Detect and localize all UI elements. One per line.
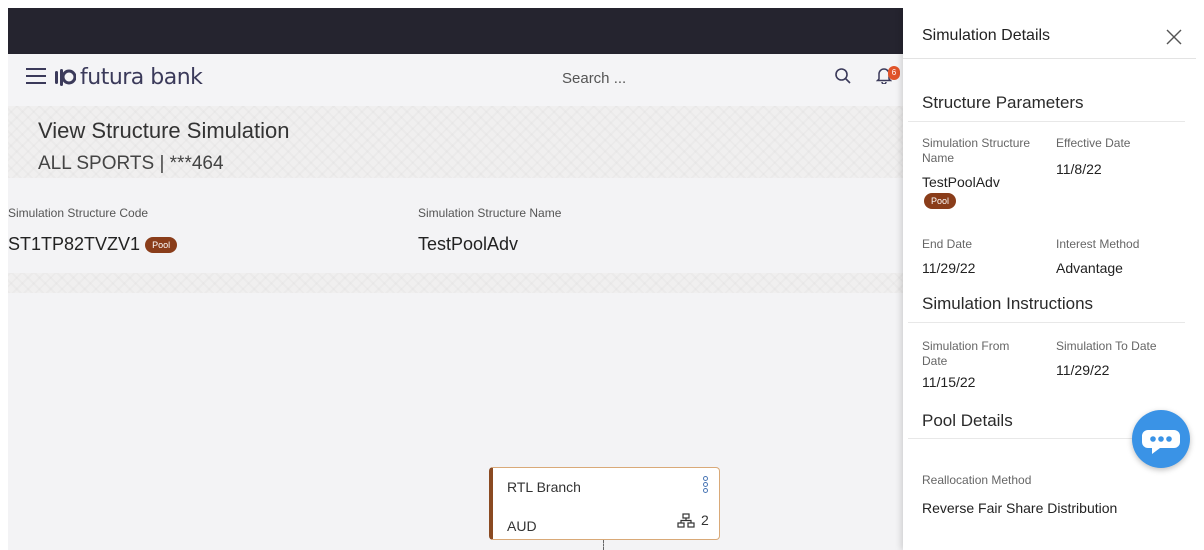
section-divider	[908, 121, 1185, 122]
section-divider	[908, 322, 1185, 323]
bank-logo-icon	[54, 66, 77, 88]
structure-code-label: Simulation Structure Code	[8, 206, 149, 220]
end-date-value: 11/29/22	[922, 260, 976, 276]
panel-title: Simulation Details	[922, 27, 1051, 44]
sim-to-value: 11/29/22	[1056, 362, 1110, 378]
simulation-instructions-heading: Simulation Instructions	[922, 294, 1094, 313]
brand-logo[interactable]: futura bank	[54, 64, 203, 90]
page-title: View Structure Simulation	[38, 118, 290, 143]
menu-icon[interactable]	[26, 68, 46, 84]
sim-name-label: Simulation Structure Name	[922, 136, 1031, 165]
structure-parameters-heading: Structure Parameters	[922, 93, 1084, 112]
end-date-label: End Date	[922, 237, 973, 251]
search-icon[interactable]	[834, 67, 852, 90]
sim-to-label: Simulation To Date	[1056, 339, 1157, 353]
chat-button[interactable]	[1132, 410, 1190, 468]
structure-code-value: ST1TP82TVZV1 Pool	[8, 234, 178, 255]
party-subtitle: ALL SPORTS | ***464	[38, 153, 224, 174]
sim-from-label: Simulation From Date	[922, 339, 1010, 368]
hierarchy-icon[interactable]	[677, 513, 695, 534]
structure-name-value: TestPoolAdv	[418, 234, 519, 254]
panel-divider	[903, 58, 1196, 59]
child-count: 2	[701, 512, 709, 528]
reallocation-method-label: Reallocation Method	[922, 473, 1032, 487]
node-currency: AUD	[507, 518, 537, 534]
simulation-details-panel: Simulation Details Structure Parameters …	[903, 8, 1196, 550]
divider-band	[8, 273, 908, 293]
structure-code-text: ST1TP82TVZV1	[8, 234, 141, 254]
interest-method-value: Advantage	[1056, 260, 1123, 276]
interest-method-label: Interest Method	[1056, 237, 1140, 251]
brand-name: futura bank	[80, 64, 203, 90]
notification-badge: 6	[888, 66, 900, 80]
node-title: RTL Branch	[507, 479, 581, 495]
pool-badge: Pool	[145, 237, 178, 254]
structure-name-label: Simulation Structure Name	[418, 206, 562, 220]
effective-date-value: 11/8/22	[1056, 161, 1102, 177]
search-input[interactable]: Search ...	[562, 70, 626, 87]
sim-from-value: 11/15/22	[922, 374, 976, 390]
app-window: futura bank Search ... 6 View Structure …	[8, 8, 1196, 550]
pool-details-heading: Pool Details	[922, 411, 1013, 430]
reallocation-method-value: Reverse Fair Share Distribution	[922, 500, 1118, 516]
close-icon[interactable]	[1165, 28, 1183, 51]
chat-icon	[1142, 430, 1180, 454]
more-options-icon[interactable]	[703, 476, 709, 494]
sim-name-value: TestPoolAdv	[922, 174, 1000, 190]
node-connector	[603, 540, 605, 550]
pool-badge: Pool	[924, 192, 957, 209]
effective-date-label: Effective Date	[1056, 136, 1131, 150]
structure-node[interactable]: RTL Branch AUD 2	[489, 467, 720, 540]
